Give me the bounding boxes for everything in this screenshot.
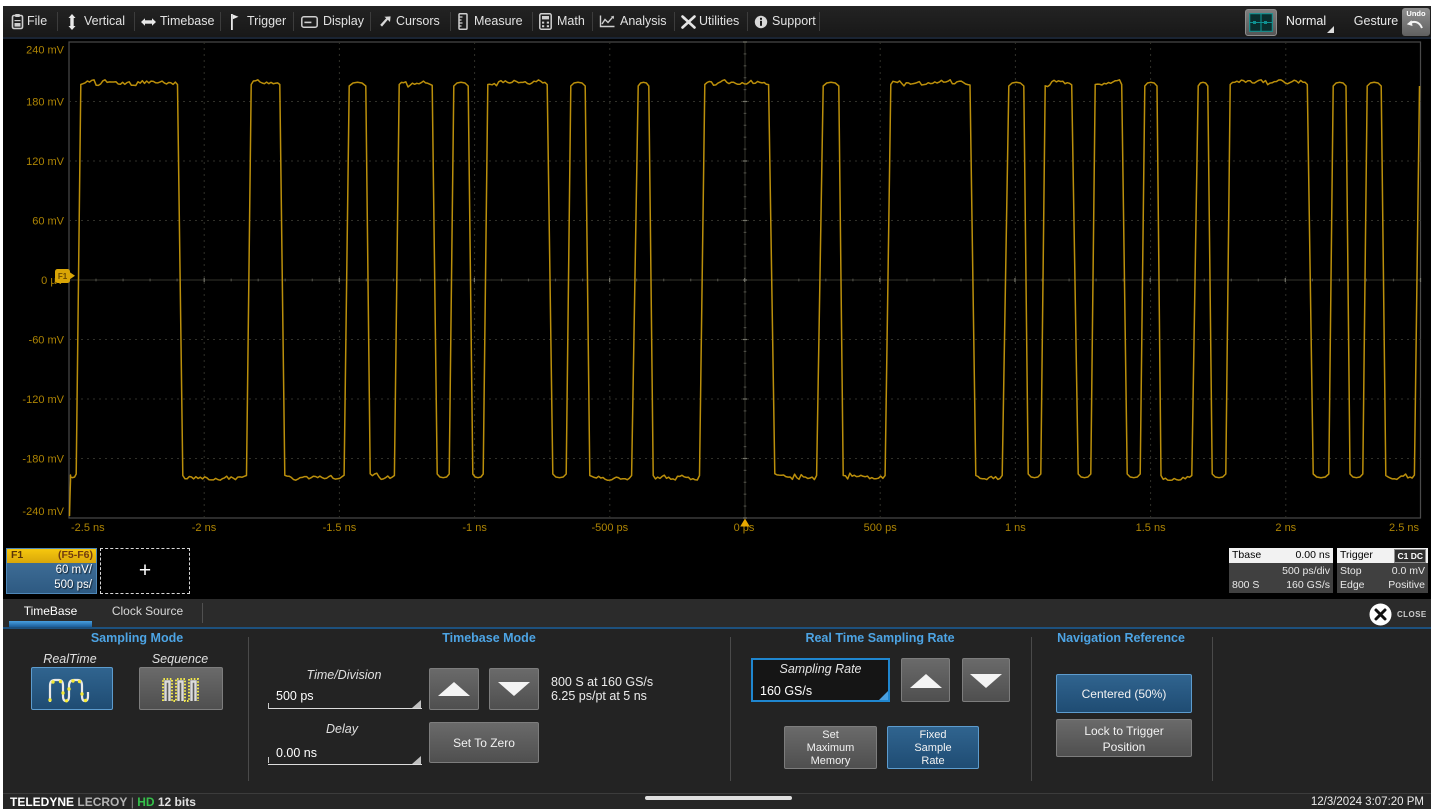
svg-text:-1.5 ns: -1.5 ns bbox=[323, 522, 357, 534]
svg-text:F1: F1 bbox=[58, 272, 68, 281]
svg-text:-240 mV: -240 mV bbox=[22, 506, 64, 518]
svg-text:-60 mV: -60 mV bbox=[29, 335, 65, 347]
svg-text:-2.5 ns: -2.5 ns bbox=[71, 522, 105, 534]
svg-text:1.5 ns: 1.5 ns bbox=[1136, 522, 1166, 534]
svg-text:-2 ns: -2 ns bbox=[192, 522, 217, 534]
svg-text:180 mV: 180 mV bbox=[26, 97, 65, 109]
svg-text:240 mV: 240 mV bbox=[26, 45, 65, 57]
svg-text:-500 ps: -500 ps bbox=[591, 522, 628, 534]
svg-text:-120 mV: -120 mV bbox=[22, 394, 64, 406]
svg-text:2.5 ns: 2.5 ns bbox=[1389, 522, 1419, 534]
svg-text:1 ns: 1 ns bbox=[1005, 522, 1026, 534]
svg-text:500 ps: 500 ps bbox=[864, 522, 898, 534]
svg-text:-1 ns: -1 ns bbox=[462, 522, 487, 534]
svg-text:120 mV: 120 mV bbox=[26, 156, 65, 168]
svg-text:-180 mV: -180 mV bbox=[22, 454, 64, 466]
svg-text:2 ns: 2 ns bbox=[1275, 522, 1296, 534]
svg-text:60 mV: 60 mV bbox=[32, 216, 64, 228]
